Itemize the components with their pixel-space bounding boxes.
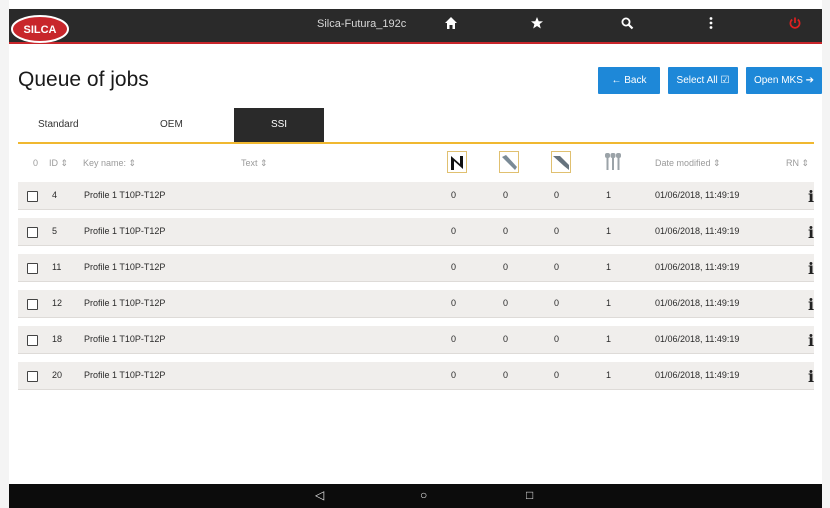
row-id: 18 — [52, 334, 63, 344]
header-rn[interactable]: RN ⇕ — [786, 158, 809, 168]
power-icon[interactable] — [785, 15, 805, 35]
top-app-bar: Silca-Futura_192c — [9, 9, 822, 44]
search-icon[interactable] — [617, 15, 637, 35]
tab-standard[interactable]: Standard — [38, 108, 79, 142]
row-count-1: 0 — [451, 334, 457, 344]
select-all-button[interactable]: Select All ☑ — [668, 67, 738, 94]
row-date-modified: 01/06/2018, 11:49:19 — [655, 370, 740, 380]
home-icon[interactable] — [441, 15, 461, 35]
row-checkbox[interactable] — [27, 263, 38, 274]
silca-logo: SILCA — [10, 13, 70, 45]
row-date-modified: 01/06/2018, 11:49:19 — [655, 226, 740, 236]
row-key-name: Profile 1 T10P-T12P — [84, 370, 166, 380]
svg-text:SILCA: SILCA — [24, 24, 57, 36]
row-count-3: 0 — [554, 298, 560, 308]
key-blade-alt-icon[interactable] — [551, 151, 571, 173]
row-count-1: 0 — [451, 370, 457, 380]
row-id: 5 — [52, 226, 58, 236]
row-id: 11 — [52, 262, 62, 272]
info-icon[interactable]: i — [808, 295, 814, 314]
table-row[interactable]: 4 Profile 1 T10P-T12P 0 0 0 1 01/06/2018, 11:4… — [18, 182, 814, 210]
row-count-2: 0 — [503, 370, 509, 380]
row-count-2: 0 — [503, 334, 509, 344]
android-nav-bar: ◁ ○ □ — [9, 484, 822, 508]
row-key-name: Profile 1 T10P-T12P — [84, 262, 166, 272]
row-count-2: 0 — [503, 262, 509, 272]
page-title: Queue of jobs — [18, 68, 149, 91]
open-mks-button[interactable]: Open MKS ➔ — [746, 67, 822, 94]
row-id: 20 — [52, 370, 63, 380]
app-window: Silca-Futura_192c SILCA Queue of jobs ← … — [0, 0, 830, 508]
row-count-4: 1 — [606, 226, 612, 236]
row-count-1: 0 — [451, 262, 457, 272]
key-set-icon[interactable] — [603, 151, 623, 173]
row-checkbox[interactable] — [27, 227, 38, 238]
header-key-name[interactable]: Key name: ⇕ — [83, 158, 136, 169]
row-count-2: 0 — [503, 190, 509, 200]
header-select-count: 0 — [33, 158, 39, 168]
header-id[interactable]: ID ⇕ — [49, 158, 68, 169]
row-date-modified: 01/06/2018, 11:49:19 — [655, 262, 740, 272]
table-row[interactable]: 18 Profile 1 T10P-T12P 0 0 0 1 01/06/2018, 11:… — [18, 326, 814, 354]
row-count-3: 0 — [554, 370, 560, 380]
row-count-3: 0 — [554, 190, 560, 200]
tab-oem[interactable]: OEM — [160, 108, 183, 142]
header-date-modified[interactable]: Date modified ⇕ — [655, 158, 721, 169]
row-checkbox[interactable] — [27, 335, 38, 346]
header-text[interactable]: Text ⇕ — [241, 158, 268, 169]
row-count-3: 0 — [554, 262, 560, 272]
info-icon[interactable]: i — [808, 223, 814, 242]
tab-ssi[interactable]: SSI — [234, 108, 324, 142]
star-icon[interactable] — [527, 15, 547, 35]
info-icon[interactable]: i — [808, 331, 814, 350]
key-blade-icon[interactable] — [499, 151, 519, 173]
row-count-4: 1 — [606, 298, 612, 308]
row-key-name: Profile 1 T10P-T12P — [84, 190, 166, 200]
key-profile-a-icon[interactable] — [447, 151, 467, 173]
row-count-3: 0 — [554, 226, 560, 236]
row-key-name: Profile 1 T10P-T12P — [84, 298, 166, 308]
table-row[interactable]: 5 Profile 1 T10P-T12P 0 0 0 1 01/06/2018, 11:4… — [18, 218, 814, 246]
row-id: 4 — [52, 190, 58, 200]
row-checkbox[interactable] — [27, 191, 38, 202]
row-checkbox[interactable] — [27, 299, 38, 310]
row-count-2: 0 — [503, 226, 509, 236]
row-count-4: 1 — [606, 334, 612, 344]
row-count-4: 1 — [606, 190, 612, 200]
device-bezel-left — [0, 0, 9, 508]
row-count-1: 0 — [451, 298, 457, 308]
table-row[interactable]: 11 Profile 1 T10P-T12P 0 0 0 1 01/06/2018, 11:… — [18, 254, 814, 282]
table-row[interactable]: 20 Profile 1 T10P-T12P 0 0 0 1 01/06/2018, 11:… — [18, 362, 814, 390]
tab-underline — [18, 142, 814, 144]
row-count-1: 0 — [451, 226, 457, 236]
row-count-1: 0 — [451, 190, 457, 200]
row-date-modified: 01/06/2018, 11:49:19 — [655, 334, 740, 344]
nav-recents-icon[interactable]: □ — [526, 488, 533, 502]
row-date-modified: 01/06/2018, 11:49:19 — [655, 190, 740, 200]
nav-back-icon[interactable]: ◁ — [315, 488, 324, 502]
row-date-modified: 01/06/2018, 11:49:19 — [655, 298, 740, 308]
table-row[interactable]: 12 Profile 1 T10P-T12P 0 0 0 1 01/06/2018, 11:… — [18, 290, 814, 318]
row-key-name: Profile 1 T10P-T12P — [84, 334, 166, 344]
info-icon[interactable]: i — [808, 259, 814, 278]
back-button[interactable]: ← Back — [598, 67, 660, 94]
top-bar-accent-line — [9, 42, 822, 44]
device-bezel-right — [822, 0, 830, 508]
row-count-3: 0 — [554, 334, 560, 344]
row-count-2: 0 — [503, 298, 509, 308]
row-count-4: 1 — [606, 370, 612, 380]
row-id: 12 — [52, 298, 63, 308]
info-icon[interactable]: i — [808, 367, 814, 386]
info-icon[interactable]: i — [808, 187, 814, 206]
nav-home-icon[interactable]: ○ — [420, 488, 427, 502]
row-count-4: 1 — [606, 262, 612, 272]
row-checkbox[interactable] — [27, 371, 38, 382]
device-name: Silca-Futura_192c — [317, 18, 407, 30]
row-key-name: Profile 1 T10P-T12P — [84, 226, 166, 236]
more-vertical-icon[interactable] — [701, 15, 721, 35]
